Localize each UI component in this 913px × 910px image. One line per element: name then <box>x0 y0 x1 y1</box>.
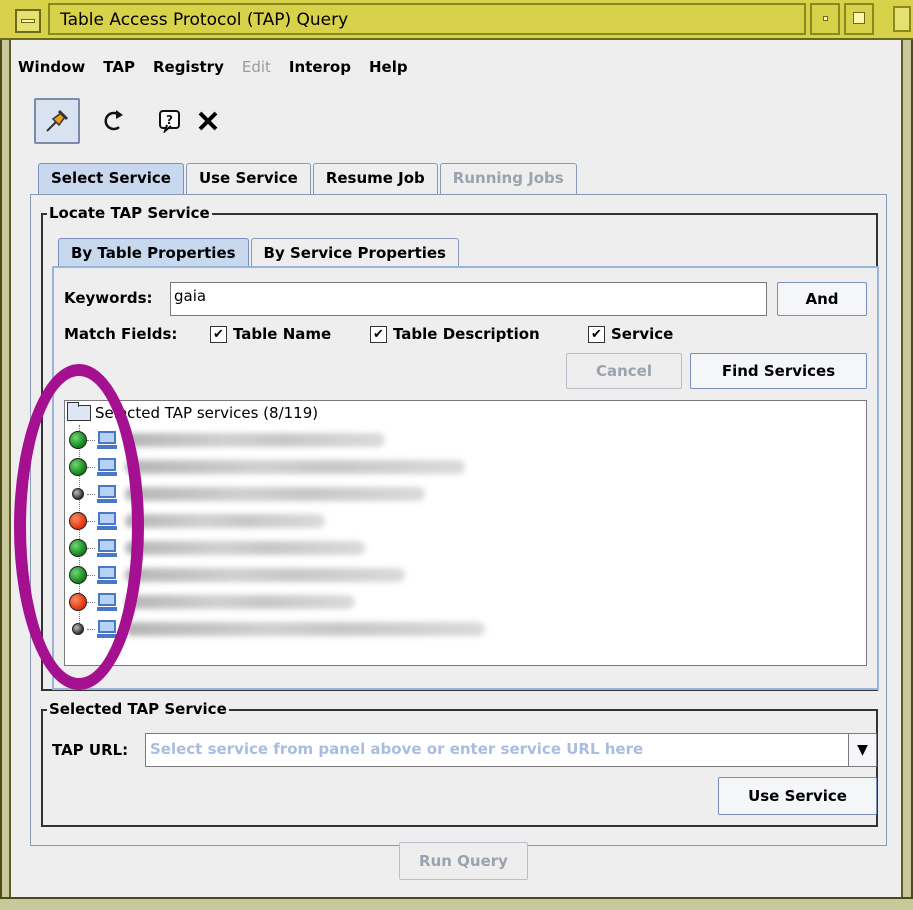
reload-icon <box>104 110 123 131</box>
tab-resume-job[interactable]: Resume Job <box>312 163 438 194</box>
menu-edit-label: dit <box>251 58 271 76</box>
menu-help-label: elp <box>381 58 408 76</box>
tap-services-tree[interactable]: Selected TAP services (8/119) <box>64 400 867 666</box>
use-service-button[interactable]: Use Service <box>718 777 877 815</box>
redacted-service-name <box>125 433 385 447</box>
menu-registry[interactable]: Registry <box>153 58 224 82</box>
menu-edit: Edit <box>242 58 271 82</box>
redacted-service-name <box>125 514 325 528</box>
menu-tap[interactable]: TAP <box>103 58 135 82</box>
redacted-service-name <box>125 568 405 582</box>
keywords-label: Keywords: <box>64 289 153 307</box>
menu-registry-label: Registry <box>152 58 224 76</box>
pin-button[interactable] <box>34 98 80 144</box>
menu-edit-mnemonic: E <box>241 58 252 76</box>
redacted-service-name <box>125 541 365 555</box>
table-description-checkbox[interactable]: ✔ Table Description <box>370 325 540 343</box>
tab-by-table-properties[interactable]: By Table Properties <box>58 238 249 269</box>
keywords-input[interactable]: gaia <box>170 282 767 316</box>
menu-window-label: indow <box>34 58 86 76</box>
reload-button[interactable] <box>90 98 136 144</box>
window-bottom-edge <box>0 897 913 910</box>
menu-bar: Window TAP Registry Edit Interop Help <box>18 58 408 82</box>
tap-url-placeholder: Select service from panel above or enter… <box>150 740 644 758</box>
tree-root-label: Selected TAP services (8/119) <box>95 404 319 422</box>
redacted-service-name <box>125 487 425 501</box>
table-name-label: Table Name <box>233 325 332 343</box>
redacted-service-name <box>125 595 355 609</box>
dropdown-arrow-button[interactable]: ▼ <box>848 734 876 766</box>
menu-window-mnemonic: W <box>18 58 35 76</box>
table-description-label: Table Description <box>393 325 540 343</box>
menu-tap-mnemonic: T <box>103 58 113 76</box>
cancel-button: Cancel <box>566 353 682 389</box>
menu-window[interactable]: Window <box>18 58 85 82</box>
maximize-icon <box>853 12 865 24</box>
maximize-button[interactable] <box>844 3 874 35</box>
minimize-icon <box>823 16 828 21</box>
locate-group-title: Locate TAP Service <box>47 204 212 222</box>
service-label: Service <box>611 325 674 343</box>
tab-running-jobs: Running Jobs <box>439 163 577 194</box>
run-query-button: Run Query <box>399 842 528 880</box>
menu-help-mnemonic: H <box>368 58 382 76</box>
tab-select-service[interactable]: Select Service <box>38 163 184 194</box>
help-icon: ? <box>159 110 180 133</box>
minimize-button[interactable] <box>810 3 840 35</box>
menu-help[interactable]: Help <box>369 58 408 82</box>
close-icon <box>198 111 218 131</box>
close-button[interactable] <box>190 98 226 144</box>
find-services-button[interactable]: Find Services <box>690 353 867 389</box>
table-name-checkbox[interactable]: ✔ Table Name <box>210 325 331 343</box>
title-bar[interactable]: Table Access Protocol (TAP) Query <box>0 0 913 40</box>
keywords-value: gaia <box>174 287 207 305</box>
window-edge-button[interactable] <box>893 6 911 32</box>
menu-interop-label: nterop <box>294 58 351 76</box>
outer-tab-strip: Select Service Use Service Resume Job Ru… <box>38 163 579 195</box>
service-checkbox[interactable]: ✔ Service <box>588 325 673 343</box>
table-description-check: ✔ <box>370 325 387 343</box>
window-menu-button[interactable] <box>15 9 41 33</box>
window-menu-icon <box>21 19 35 23</box>
and-button[interactable]: And <box>777 282 867 316</box>
menu-tap-label: AP <box>112 58 135 76</box>
redacted-service-name <box>125 460 465 474</box>
highlight-ellipse <box>14 364 144 690</box>
help-button[interactable]: ? <box>154 98 186 144</box>
chevron-down-icon: ▼ <box>857 742 868 758</box>
pin-icon <box>46 109 69 132</box>
menu-interop[interactable]: Interop <box>289 58 351 82</box>
help-glyph: ? <box>166 113 173 127</box>
service-check: ✔ <box>588 325 605 343</box>
tap-url-combo[interactable]: Select service from panel above or enter… <box>145 733 877 767</box>
redacted-service-name <box>125 622 485 636</box>
match-fields-label: Match Fields: <box>64 325 178 343</box>
selected-group-title: Selected TAP Service <box>47 700 229 718</box>
tab-use-service[interactable]: Use Service <box>185 163 311 194</box>
tab-by-service-properties[interactable]: By Service Properties <box>250 238 459 269</box>
tap-url-label: TAP URL: <box>52 741 129 759</box>
table-name-check: ✔ <box>210 325 227 343</box>
window-title: Table Access Protocol (TAP) Query <box>48 3 806 35</box>
inner-tab-strip: By Table Properties By Service Propertie… <box>58 238 461 269</box>
